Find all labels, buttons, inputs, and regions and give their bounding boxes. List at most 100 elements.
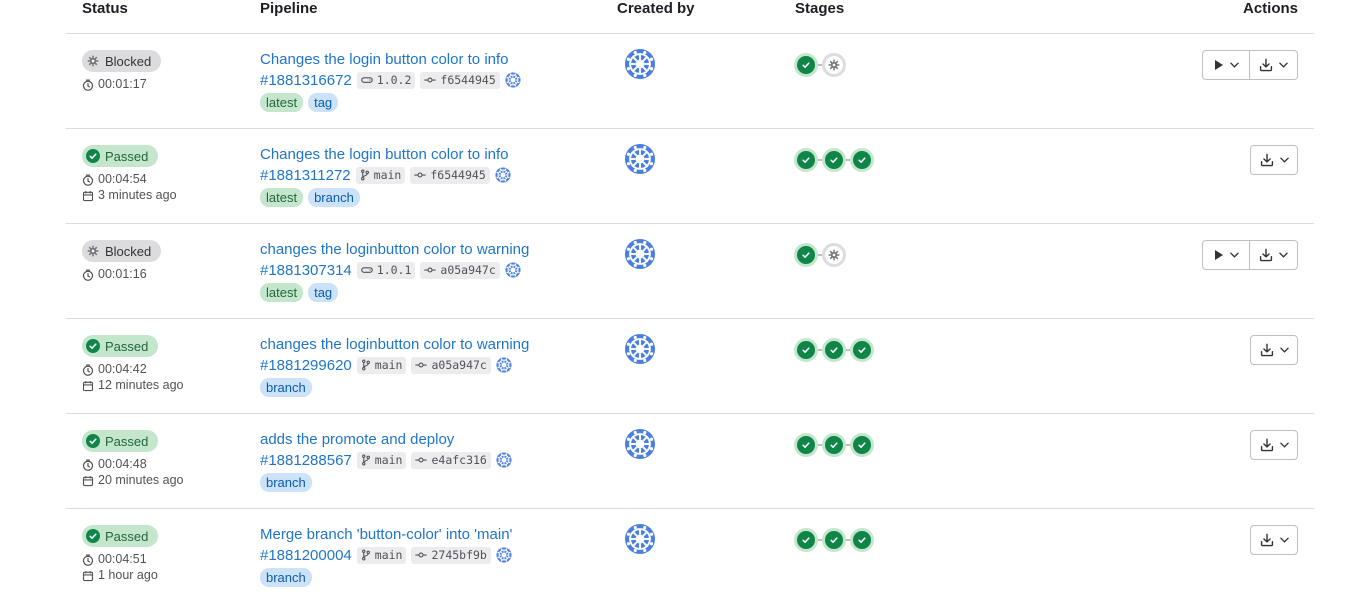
commit-author-avatar[interactable] bbox=[496, 357, 512, 373]
commit-title-link[interactable]: adds the promote and deploy bbox=[260, 430, 600, 449]
status-label: Passed bbox=[105, 148, 149, 164]
branch-ref[interactable]: main bbox=[356, 546, 407, 564]
download-artifacts-button[interactable] bbox=[1250, 50, 1298, 80]
status-badge[interactable]: Passed bbox=[82, 145, 159, 167]
duration-text: 00:04:54 bbox=[98, 172, 147, 186]
table-row: Blocked 00:01:17 Changes the login button … bbox=[66, 34, 1314, 129]
clock-icon bbox=[82, 174, 94, 186]
status-badge[interactable]: Blocked bbox=[82, 240, 162, 262]
commit-author-avatar[interactable] bbox=[505, 72, 521, 88]
stage-success[interactable] bbox=[822, 338, 846, 362]
pipeline-id-link[interactable]: #1881307314 bbox=[260, 262, 352, 279]
finished-text: 1 hour ago bbox=[98, 568, 158, 582]
table-header: Status Pipeline Created by Stages Action… bbox=[66, 0, 1314, 34]
duration-text: 00:04:42 bbox=[98, 362, 147, 376]
stage-success[interactable] bbox=[822, 528, 846, 552]
status-label: Blocked bbox=[105, 53, 152, 69]
stages bbox=[794, 148, 874, 172]
duration-text: 00:04:48 bbox=[98, 457, 147, 471]
chevron-down-icon bbox=[1279, 157, 1289, 163]
download-artifacts-button[interactable] bbox=[1250, 525, 1298, 555]
check-icon bbox=[853, 531, 871, 549]
status-badge[interactable]: Blocked bbox=[82, 50, 162, 72]
status-badge[interactable]: Passed bbox=[82, 430, 159, 452]
header-status: Status bbox=[82, 0, 128, 17]
status-badge[interactable]: Passed bbox=[82, 335, 159, 357]
commit-author-avatar[interactable] bbox=[496, 547, 512, 563]
branch-ref[interactable]: main bbox=[356, 451, 407, 469]
gear-icon bbox=[86, 54, 100, 68]
pipeline-refs: #1881288567 main e4afc316 bbox=[260, 450, 600, 470]
play-manual-jobs-button[interactable] bbox=[1202, 50, 1250, 80]
status-label: Passed bbox=[105, 338, 149, 354]
created-by-avatar[interactable] bbox=[624, 143, 656, 180]
stage-success[interactable] bbox=[794, 53, 818, 77]
duration-text: 00:04:51 bbox=[98, 552, 147, 566]
pipeline-id-link[interactable]: #1881200004 bbox=[260, 547, 352, 564]
pipeline-id-link[interactable]: #1881316672 bbox=[260, 72, 352, 89]
stage-success[interactable] bbox=[794, 148, 818, 172]
download-artifacts-button[interactable] bbox=[1250, 430, 1298, 460]
stage-success[interactable] bbox=[794, 338, 818, 362]
created-by-avatar[interactable] bbox=[624, 48, 656, 85]
finished-text: 12 minutes ago bbox=[98, 378, 184, 392]
pipeline-tags: branch bbox=[260, 378, 600, 397]
stage-success[interactable] bbox=[822, 433, 846, 457]
stage-manual[interactable] bbox=[822, 243, 846, 267]
commit-sha[interactable]: 2745bf9b bbox=[411, 546, 491, 564]
tag-badge-tag: tag bbox=[308, 283, 339, 302]
created-by-avatar[interactable] bbox=[624, 428, 656, 465]
stage-success[interactable] bbox=[822, 148, 846, 172]
tag-ref[interactable]: 1.0.1 bbox=[356, 261, 416, 279]
pipeline-id-link[interactable]: #1881311272 bbox=[260, 167, 351, 184]
chevron-down-icon bbox=[1279, 537, 1289, 543]
commit-sha[interactable]: f6544945 bbox=[410, 166, 490, 184]
status-cell: Passed 00:04:51 1 hour ago bbox=[82, 525, 159, 583]
stage-success[interactable] bbox=[850, 433, 874, 457]
branch-ref[interactable]: main bbox=[355, 166, 406, 184]
pipeline-id-link[interactable]: #1881288567 bbox=[260, 452, 352, 469]
branch-ref[interactable]: main bbox=[356, 356, 407, 374]
download-artifacts-button[interactable] bbox=[1250, 145, 1298, 175]
commit-author-avatar[interactable] bbox=[496, 452, 512, 468]
play-manual-jobs-button[interactable] bbox=[1202, 240, 1250, 270]
commit-icon bbox=[415, 550, 428, 560]
download-artifacts-button[interactable] bbox=[1250, 335, 1298, 365]
download-icon bbox=[1259, 58, 1273, 72]
created-by-avatar[interactable] bbox=[624, 238, 656, 275]
commit-sha[interactable]: e4afc316 bbox=[411, 451, 491, 469]
tag-badge-latest: latest bbox=[260, 93, 304, 112]
stage-success[interactable] bbox=[794, 243, 818, 267]
download-artifacts-button[interactable] bbox=[1250, 240, 1298, 270]
chevron-down-icon bbox=[1229, 62, 1239, 68]
stage-success[interactable] bbox=[850, 528, 874, 552]
created-by-avatar[interactable] bbox=[624, 333, 656, 370]
commit-title-link[interactable]: Changes the login button color to info bbox=[260, 50, 600, 69]
pipeline-cell: changes the loginbutton color to warning… bbox=[260, 240, 600, 302]
stage-success[interactable] bbox=[794, 528, 818, 552]
sha-text: f6544945 bbox=[440, 73, 496, 87]
stage-success[interactable] bbox=[850, 338, 874, 362]
commit-sha[interactable]: a05a947c bbox=[411, 356, 491, 374]
gear-icon bbox=[86, 244, 100, 258]
commit-title-link[interactable]: Merge branch 'button-color' into 'main' bbox=[260, 525, 600, 544]
duration-text: 00:01:17 bbox=[98, 77, 147, 91]
commit-title-link[interactable]: Changes the login button color to info bbox=[260, 145, 600, 164]
stage-success[interactable] bbox=[794, 433, 818, 457]
status-label: Passed bbox=[105, 528, 149, 544]
stage-success[interactable] bbox=[850, 148, 874, 172]
commit-author-avatar[interactable] bbox=[505, 262, 521, 278]
status-badge[interactable]: Passed bbox=[82, 525, 159, 547]
ref-name: main bbox=[373, 168, 402, 182]
stage-manual[interactable] bbox=[822, 53, 846, 77]
pipeline-id-link[interactable]: #1881299620 bbox=[260, 357, 352, 374]
chevron-down-icon bbox=[1279, 442, 1289, 448]
created-by-avatar[interactable] bbox=[624, 523, 656, 560]
commit-sha[interactable]: f6544945 bbox=[420, 71, 500, 89]
sha-text: f6544945 bbox=[430, 168, 486, 182]
commit-author-avatar[interactable] bbox=[495, 167, 511, 183]
commit-sha[interactable]: a05a947c bbox=[420, 261, 500, 279]
commit-title-link[interactable]: changes the loginbutton color to warning bbox=[260, 335, 600, 354]
tag-ref[interactable]: 1.0.2 bbox=[356, 71, 416, 89]
commit-title-link[interactable]: changes the loginbutton color to warning bbox=[260, 240, 600, 259]
